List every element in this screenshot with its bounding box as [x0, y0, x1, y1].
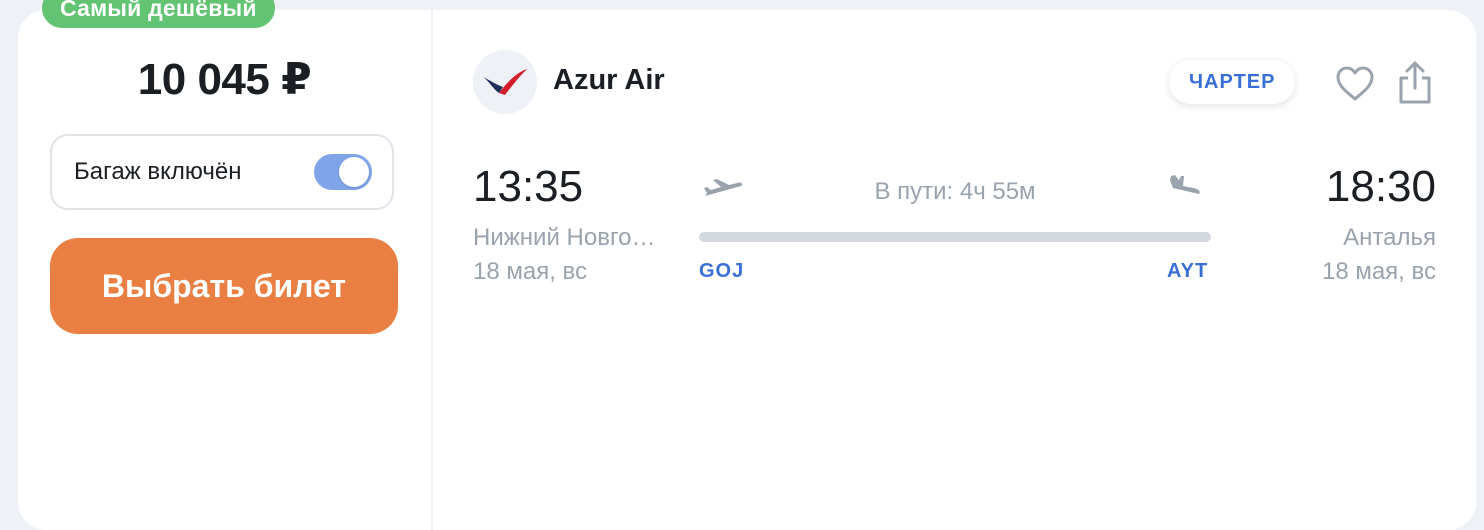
share-button[interactable]	[1393, 60, 1437, 106]
arrival-city: Анталья	[1343, 224, 1436, 251]
arrival-date: 18 мая, вс	[1321, 258, 1436, 285]
charter-badge: ЧАРТЕР	[1169, 60, 1296, 104]
airline-name: Azur Air	[553, 64, 665, 96]
baggage-label: Багаж включён	[74, 158, 242, 185]
ticket-card: Самый дешёвый 10 045 ₽ Багаж включён Выб…	[18, 0, 1476, 530]
heart-icon	[1336, 66, 1374, 101]
airline-logo	[473, 50, 537, 114]
departure-date: 18 мая, вс	[473, 258, 588, 285]
departure-city: Нижний Новго…	[473, 224, 656, 251]
baggage-toggle[interactable]	[314, 154, 372, 190]
price-panel: Самый дешёвый 10 045 ₽ Багаж включён Выб…	[18, 0, 433, 530]
share-icon	[1399, 61, 1431, 104]
favorite-button[interactable]	[1333, 62, 1377, 106]
departure-airport-code: GOJ	[699, 260, 745, 282]
flight-details: Azur Air ЧАРТЕР 13:35 Нижний Новго… 18 м…	[433, 10, 1476, 530]
arrival-airport-code: AYT	[1167, 260, 1209, 282]
route-line	[699, 232, 1211, 242]
toggle-knob	[339, 157, 369, 187]
azur-air-logo-icon	[483, 69, 527, 95]
departure-time: 13:35	[473, 162, 584, 211]
plane-landing-icon	[1170, 175, 1200, 194]
arrival-time: 18:30	[1325, 162, 1436, 211]
select-ticket-button[interactable]: Выбрать билет	[50, 238, 398, 334]
cheapest-badge: Самый дешёвый	[42, 0, 275, 28]
flight-duration: В пути: 4ч 55м	[874, 178, 1036, 205]
baggage-toggle-row[interactable]: Багаж включён	[50, 134, 394, 210]
ticket-price: 10 045 ₽	[137, 55, 312, 104]
